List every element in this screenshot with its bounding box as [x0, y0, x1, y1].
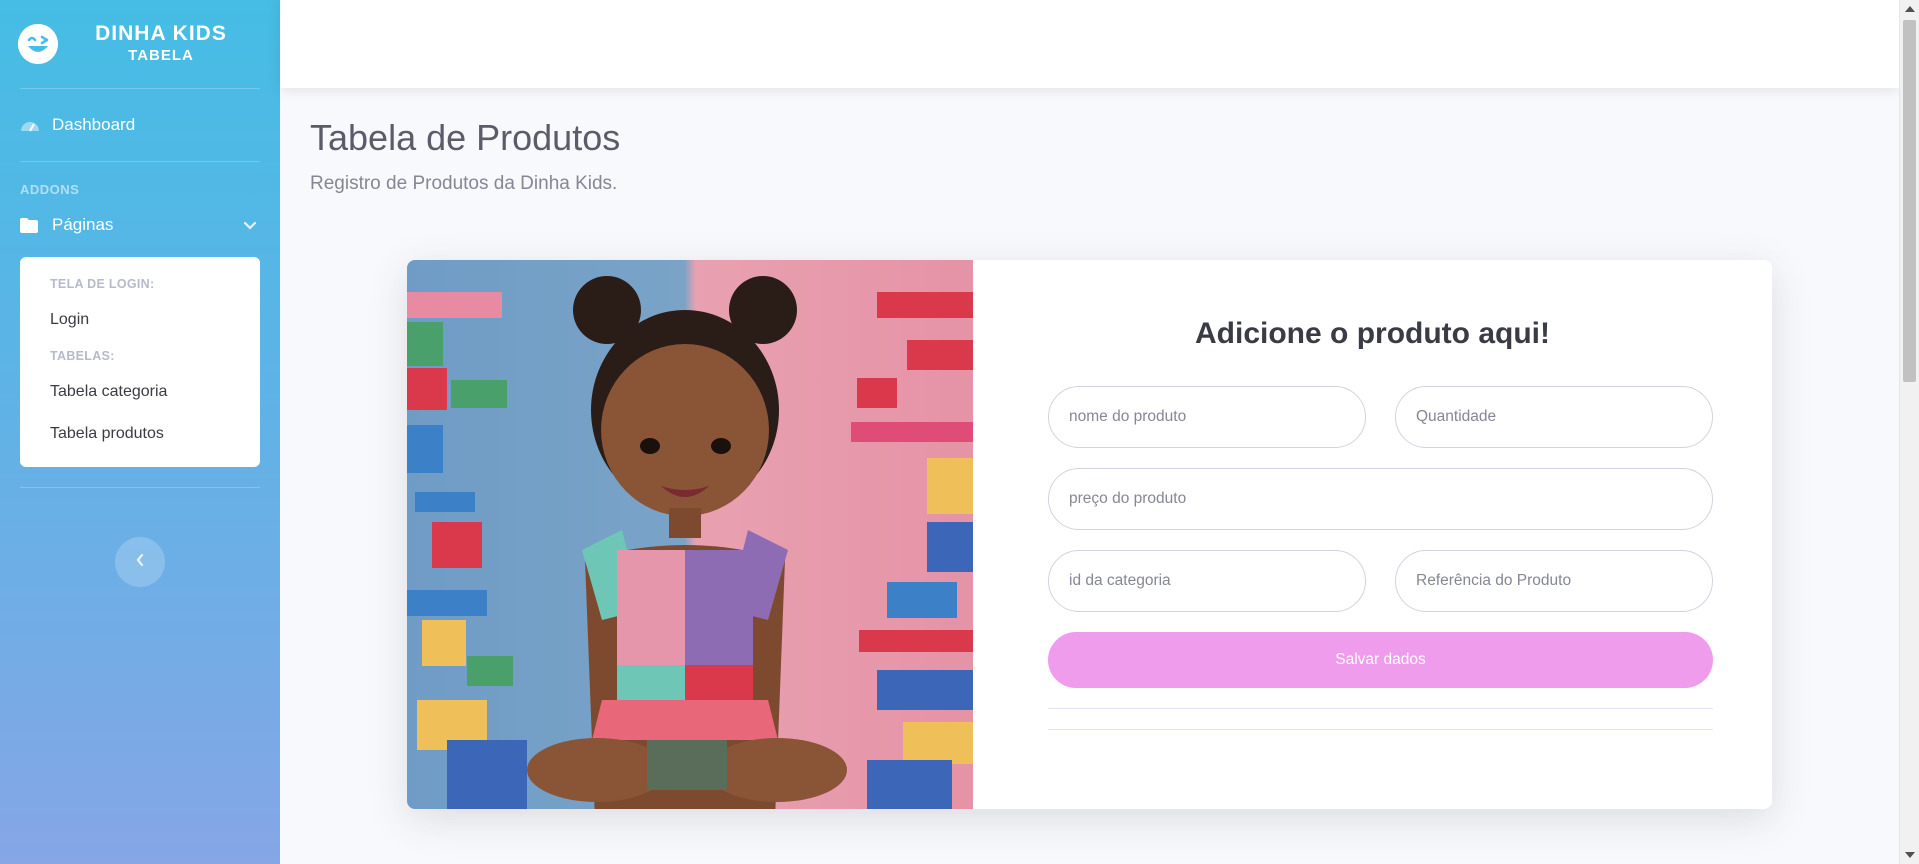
- submenu-item-login[interactable]: Login: [20, 299, 260, 341]
- sidebar: DINHA KIDS TABELA Dashboard ADDONS Págin…: [0, 0, 280, 864]
- sidebar-item-dashboard[interactable]: Dashboard: [0, 89, 280, 161]
- chevron-left-icon: [136, 553, 144, 571]
- sidebar-item-dashboard-label: Dashboard: [52, 115, 136, 134]
- sidebar-item-pages[interactable]: Páginas: [0, 197, 280, 253]
- product-name-input[interactable]: [1048, 386, 1366, 448]
- quantity-input[interactable]: [1395, 386, 1713, 448]
- scroll-down-arrow-icon[interactable]: [1905, 852, 1915, 858]
- scrollbar-thumb[interactable]: [1903, 20, 1916, 382]
- form-divider: [1048, 729, 1713, 730]
- brand[interactable]: DINHA KIDS TABELA: [0, 0, 280, 88]
- sidebar-divider: [20, 487, 260, 488]
- topbar: [280, 0, 1899, 88]
- tachometer-icon: [20, 117, 40, 133]
- form-divider: [1048, 708, 1713, 709]
- laughing-face-icon: [18, 24, 58, 64]
- product-form: Adicione o produto aqui! Salvar dados: [973, 260, 1772, 809]
- sidebar-item-pages-label: Páginas: [52, 215, 114, 234]
- submenu-item-products-table[interactable]: Tabela produtos: [20, 413, 260, 455]
- product-reference-input[interactable]: [1395, 550, 1713, 612]
- brand-title: DINHA KIDS: [95, 22, 227, 45]
- submenu-heading-login: TELA DE LOGIN:: [50, 277, 155, 291]
- product-form-card: Adicione o produto aqui! Salvar dados: [407, 260, 1772, 809]
- scroll-up-arrow-icon[interactable]: [1905, 6, 1915, 12]
- brand-subtitle: TABELA: [128, 47, 194, 64]
- pages-submenu: TELA DE LOGIN: Login TABELAS: Tabela cat…: [20, 257, 260, 467]
- price-input[interactable]: [1048, 468, 1713, 530]
- sidebar-heading-addons: ADDONS: [20, 182, 80, 197]
- page-subtitle: Registro de Produtos da Dinha Kids.: [310, 173, 618, 194]
- submenu-item-category-table[interactable]: Tabela categoria: [20, 371, 260, 413]
- page-title: Tabela de Produtos: [310, 117, 621, 158]
- sidebar-toggle-button[interactable]: [115, 537, 165, 587]
- save-button[interactable]: Salvar dados: [1048, 632, 1713, 688]
- form-title: Adicione o produto aqui!: [1195, 317, 1550, 350]
- submenu-heading-tables: TABELAS:: [50, 349, 115, 363]
- page-scrollbar[interactable]: [1899, 0, 1919, 864]
- category-id-input[interactable]: [1048, 550, 1366, 612]
- product-photo: [407, 260, 973, 809]
- folder-icon: [20, 217, 40, 233]
- chevron-down-icon: [243, 215, 257, 235]
- sidebar-divider: [20, 161, 260, 162]
